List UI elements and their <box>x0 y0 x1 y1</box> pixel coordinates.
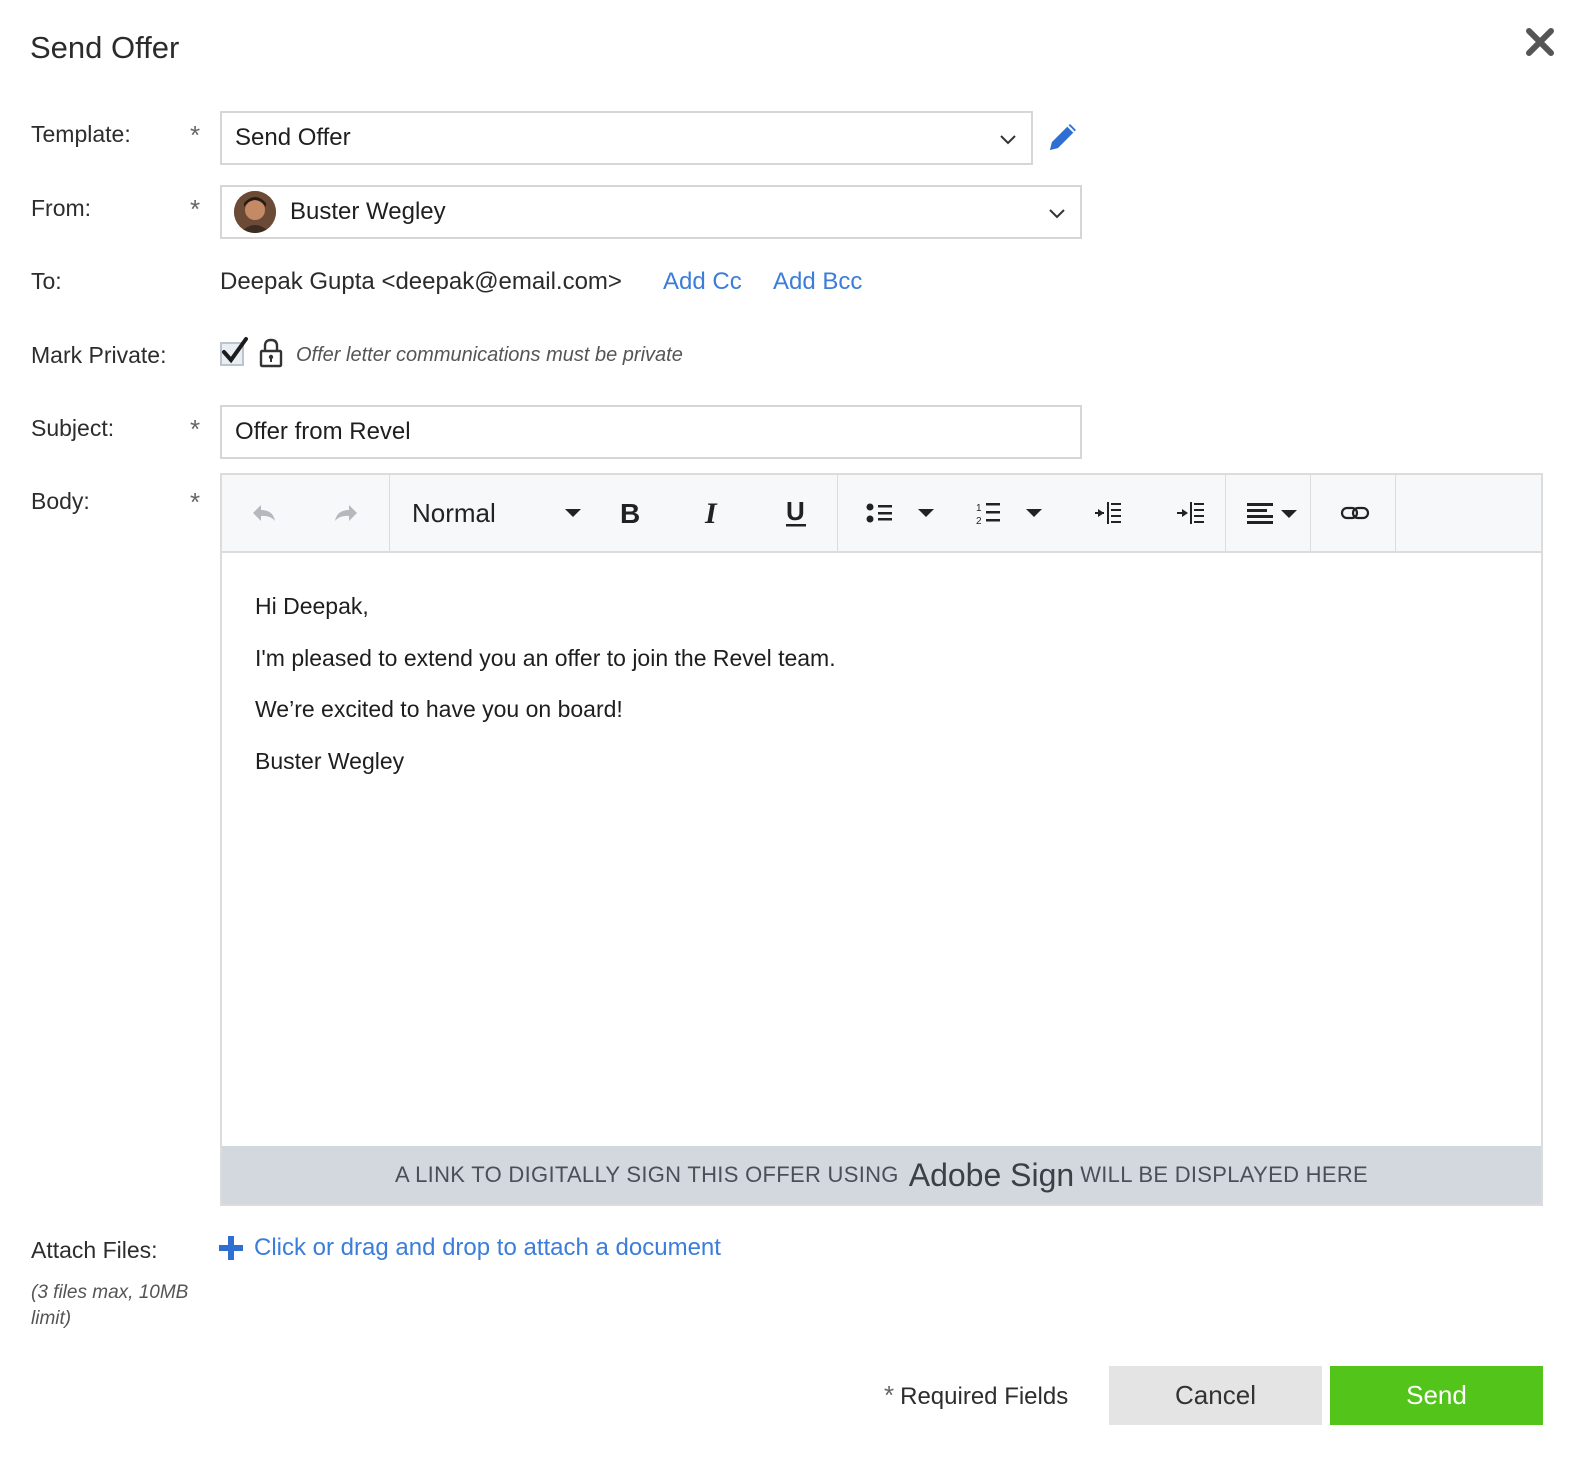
required-fields-text: Required Fields <box>900 1383 1069 1410</box>
required-asterisk: * <box>190 120 201 150</box>
body-line: I'm pleased to extend you an offer to jo… <box>255 644 836 671</box>
adobe-sign-logo: Adobe Sign <box>908 1156 1075 1193</box>
bold-icon[interactable]: B <box>602 475 658 551</box>
close-icon[interactable] <box>1524 26 1556 58</box>
italic-icon[interactable]: I <box>685 475 741 551</box>
adobe-sign-banner: A LINK TO DIGITALLY SIGN THIS OFFER USIN… <box>222 1146 1541 1204</box>
required-asterisk: * <box>884 1380 895 1410</box>
toolbar-divider <box>1310 475 1311 551</box>
private-note: Offer letter communications must be priv… <box>296 344 683 366</box>
chevron-down-icon <box>999 124 1017 152</box>
link-icon[interactable] <box>1325 475 1385 551</box>
redo-icon[interactable] <box>314 475 378 551</box>
template-select-value: Send Offer <box>235 124 351 151</box>
attach-document-text: Click or drag and drop to attach a docum… <box>254 1234 721 1261</box>
indent-icon[interactable] <box>1163 475 1219 551</box>
template-label: Template: <box>31 121 131 147</box>
lock-icon <box>258 338 284 368</box>
add-bcc-link[interactable]: Add Bcc <box>773 268 862 296</box>
from-select[interactable]: Buster Wegley <box>220 185 1082 239</box>
required-asterisk: * <box>190 487 201 517</box>
body-label: Body: <box>31 488 90 514</box>
body-editor[interactable]: Normal B I U 1 2 Hi Deepak, I'm pleased … <box>220 473 1543 1206</box>
align-left-icon[interactable] <box>1240 475 1306 551</box>
from-select-value: Buster Wegley <box>290 198 446 225</box>
attach-files-hint: (3 files max, 10MB limit) <box>31 1282 189 1329</box>
toolbar-divider <box>1225 475 1226 551</box>
bulleted-list-icon[interactable] <box>862 475 942 551</box>
numbered-list-icon[interactable]: 1 2 <box>972 475 1052 551</box>
sign-banner-text-after: WILL BE DISPLAYED HERE <box>1080 1162 1369 1187</box>
sign-banner-text-before: A LINK TO DIGITALLY SIGN THIS OFFER USIN… <box>394 1162 899 1187</box>
toolbar-divider <box>1395 475 1396 551</box>
cancel-button[interactable]: Cancel <box>1109 1366 1322 1425</box>
add-cc-link[interactable]: Add Cc <box>663 268 742 296</box>
body-line: Buster Wegley <box>255 747 405 774</box>
mark-private-label: Mark Private: <box>31 342 167 368</box>
outdent-icon[interactable] <box>1080 475 1136 551</box>
body-line: Hi Deepak, <box>255 593 369 619</box>
underline-icon[interactable]: U <box>768 475 824 551</box>
avatar <box>234 191 276 233</box>
svg-text:U: U <box>786 498 805 526</box>
send-button[interactable]: Send <box>1330 1366 1543 1425</box>
mark-private-checkbox[interactable] <box>220 337 248 366</box>
dialog-title: Send Offer <box>30 30 180 65</box>
toolbar-divider <box>389 475 390 551</box>
subject-input-value: Offer from Revel <box>235 418 411 445</box>
style-select-value: Normal <box>412 497 496 528</box>
toolbar-divider <box>837 475 838 551</box>
svg-text:1: 1 <box>976 503 982 514</box>
subject-label: Subject: <box>31 415 115 441</box>
required-asterisk: * <box>190 194 201 224</box>
svg-text:B: B <box>620 499 640 527</box>
from-label: From: <box>31 195 92 221</box>
style-select[interactable]: Normal <box>412 475 582 551</box>
svg-text:2: 2 <box>976 516 982 526</box>
body-content[interactable]: Hi Deepak, I'm pleased to extend you an … <box>255 581 836 787</box>
undo-icon[interactable] <box>232 475 296 551</box>
required-fields-note: * Required Fields <box>884 1380 1068 1411</box>
attach-document-link[interactable]: Click or drag and drop to attach a docum… <box>218 1234 721 1262</box>
plus-icon <box>219 1236 243 1260</box>
chevron-down-icon <box>1048 198 1066 226</box>
to-recipient: Deepak Gupta <deepak@email.com> <box>220 268 622 295</box>
attach-files-label: Attach Files: <box>31 1237 158 1263</box>
required-asterisk: * <box>190 414 201 444</box>
subject-input[interactable]: Offer from Revel <box>220 405 1082 459</box>
body-line: We’re excited to have you on board! <box>255 696 623 723</box>
svg-text:I: I <box>704 499 718 527</box>
template-select[interactable]: Send Offer <box>220 111 1033 165</box>
editor-toolbar: Normal B I U 1 2 <box>222 475 1541 553</box>
caret-down-icon <box>565 509 581 517</box>
pencil-edit-icon[interactable] <box>1044 118 1082 156</box>
to-label: To: <box>31 268 62 294</box>
